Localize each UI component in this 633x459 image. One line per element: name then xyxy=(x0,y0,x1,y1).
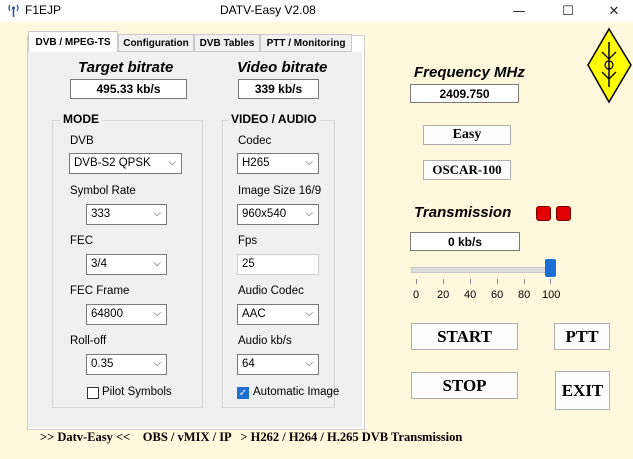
app-label: F1EJP xyxy=(25,3,62,17)
audio-kbs-select[interactable]: 64 ⌵ xyxy=(237,354,319,375)
chevron-down-icon: ⌵ xyxy=(153,258,161,269)
chevron-down-icon: ⌵ xyxy=(153,208,161,219)
tab-configuration[interactable]: Configuration xyxy=(118,34,194,52)
fec-frame-select[interactable]: 64800 ⌵ xyxy=(86,304,167,325)
symbol-rate-value: 333 xyxy=(91,208,111,220)
dvb-label: DVB xyxy=(70,135,94,147)
codec-select[interactable]: H265 ⌵ xyxy=(237,153,319,174)
chevron-down-icon: ⌵ xyxy=(153,308,161,319)
slider-tick-label: 40 xyxy=(464,289,477,301)
logo-icon xyxy=(587,27,632,104)
fec-label: FEC xyxy=(70,235,93,247)
automatic-image-checkbox[interactable]: ✓ xyxy=(237,387,249,399)
pilot-symbols-label: Pilot Symbols xyxy=(102,386,172,398)
slider-tick xyxy=(470,279,471,284)
frequency-value: 2409.750 xyxy=(410,84,519,103)
tab-dvb-mpeg-ts[interactable]: DVB / MPEG-TS xyxy=(28,31,118,53)
slider-tick xyxy=(416,279,417,284)
target-bitrate-value: 495.33 kb/s xyxy=(70,79,187,99)
pilot-symbols-checkbox[interactable] xyxy=(87,387,99,399)
video-bitrate-label: Video bitrate xyxy=(237,59,328,76)
target-bitrate-label: Target bitrate xyxy=(78,59,174,76)
fps-value: 25 xyxy=(242,258,255,270)
rolloff-select[interactable]: 0.35 ⌵ xyxy=(86,354,167,375)
slider-tick-label: 20 xyxy=(437,289,450,301)
slider-tick xyxy=(497,279,498,284)
slider-tick-label: 0 xyxy=(413,289,420,301)
fec-select[interactable]: 3/4 ⌵ xyxy=(86,254,167,275)
image-size-label: Image Size 16/9 xyxy=(238,185,322,197)
start-button[interactable]: START xyxy=(411,323,518,350)
codec-label: Codec xyxy=(238,135,272,147)
fec-value: 3/4 xyxy=(91,258,107,270)
audio-kbs-value: 64 xyxy=(242,358,255,370)
chevron-down-icon: ⌵ xyxy=(305,208,313,219)
power-slider-thumb[interactable] xyxy=(545,259,556,277)
tab-dvb-tables[interactable]: DVB Tables xyxy=(194,34,260,52)
automatic-image-label: Automatic Image xyxy=(253,386,340,398)
fps-input[interactable]: 25 xyxy=(237,254,319,275)
fps-label: Fps xyxy=(238,235,258,247)
slider-tick-label: 80 xyxy=(518,289,531,301)
chevron-down-icon: ⌵ xyxy=(305,308,313,319)
chevron-down-icon: ⌵ xyxy=(153,358,161,369)
slider-tick xyxy=(443,279,444,284)
transmission-label: Transmission xyxy=(414,204,512,221)
tab-ptt-monitoring[interactable]: PTT / Monitoring xyxy=(260,34,352,52)
easy-button[interactable]: Easy xyxy=(423,125,511,145)
dvb-select[interactable]: DVB-S2 QPSK ⌵ xyxy=(69,153,182,174)
audio-codec-select[interactable]: AAC ⌵ xyxy=(237,304,319,325)
dvb-select-value: DVB-S2 QPSK xyxy=(74,157,151,169)
close-button[interactable]: ✕ xyxy=(592,0,633,22)
led-indicator-2 xyxy=(556,206,571,221)
slider-tick xyxy=(550,279,551,284)
symbol-rate-select[interactable]: 333 ⌵ xyxy=(86,204,167,225)
antenna-icon xyxy=(8,4,19,17)
video-bitrate-value: 339 kb/s xyxy=(238,79,319,99)
ptt-button[interactable]: PTT xyxy=(554,323,610,350)
chevron-down-icon: ⌵ xyxy=(305,157,313,168)
frequency-label: Frequency MHz xyxy=(414,64,525,81)
power-slider-track[interactable] xyxy=(411,267,553,273)
slider-tick-label: 60 xyxy=(491,289,504,301)
oscar-100-button[interactable]: OSCAR-100 xyxy=(423,160,511,180)
mode-group-title: MODE xyxy=(60,112,102,126)
image-size-select[interactable]: 960x540 ⌵ xyxy=(237,204,319,225)
rolloff-value: 0.35 xyxy=(91,358,114,370)
symbol-rate-label: Symbol Rate xyxy=(70,185,136,197)
led-indicator-1 xyxy=(536,206,551,221)
stop-button[interactable]: STOP xyxy=(411,372,518,399)
fec-frame-label: FEC Frame xyxy=(70,285,130,297)
transmission-value: 0 kb/s xyxy=(410,232,520,251)
video-audio-group-title: VIDEO / AUDIO xyxy=(228,112,320,126)
chevron-down-icon: ⌵ xyxy=(305,358,313,369)
exit-button[interactable]: EXIT xyxy=(555,371,610,410)
chevron-down-icon: ⌵ xyxy=(168,157,176,168)
window-title: DATV-Easy V2.08 xyxy=(220,3,316,17)
codec-value: H265 xyxy=(242,157,270,169)
audio-kbs-label: Audio kb/s xyxy=(238,335,292,347)
slider-tick-label: 100 xyxy=(542,289,561,301)
rolloff-label: Roll-off xyxy=(70,335,107,347)
slider-tick xyxy=(524,279,525,284)
minimize-button[interactable]: — xyxy=(497,0,541,22)
image-size-value: 960x540 xyxy=(242,208,287,220)
fec-frame-value: 64800 xyxy=(91,308,123,320)
maximize-button[interactable]: ☐ xyxy=(546,0,590,22)
audio-codec-value: AAC xyxy=(242,308,266,320)
audio-codec-label: Audio Codec xyxy=(238,285,304,297)
footer-text: >> Datv-Easy << OBS / vMIX / IP > H262 /… xyxy=(40,430,463,444)
